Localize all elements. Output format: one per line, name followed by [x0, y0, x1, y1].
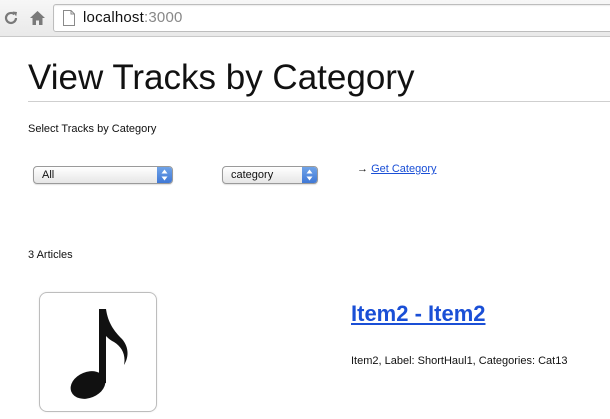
article-thumbnail[interactable] [39, 292, 157, 412]
page-title: View Tracks by Category [28, 58, 415, 97]
select-label: Select Tracks by Category [28, 123, 157, 135]
all-select[interactable]: All [33, 166, 173, 184]
address-url[interactable]: localhost:3000 [83, 9, 183, 27]
home-icon [29, 11, 45, 25]
articles-count: 3 Articles [28, 249, 73, 261]
url-port: :3000 [144, 9, 183, 26]
article-description: Item2, Label: ShortHaul1, Categories: Ca… [351, 355, 568, 367]
home-button[interactable] [26, 7, 48, 29]
title-divider [28, 101, 610, 102]
reload-button[interactable] [0, 7, 22, 29]
get-category: → Get Category [357, 162, 436, 176]
browser-toolbar: localhost:3000 [0, 0, 610, 37]
reload-icon [4, 11, 18, 25]
music-note-icon [70, 309, 128, 399]
category-select-value: category [231, 169, 274, 181]
arrow-right-icon: → [357, 163, 368, 175]
address-bar[interactable]: localhost:3000 [53, 4, 610, 32]
page-icon [63, 10, 75, 26]
category-select[interactable]: category [222, 166, 318, 184]
get-category-link[interactable]: Get Category [371, 163, 436, 175]
url-host: localhost [83, 9, 145, 26]
select-arrows-icon [302, 167, 317, 183]
all-select-value: All [42, 169, 55, 181]
article-title-link[interactable]: Item2 - Item2 [351, 300, 486, 328]
select-arrows-icon [157, 167, 172, 183]
